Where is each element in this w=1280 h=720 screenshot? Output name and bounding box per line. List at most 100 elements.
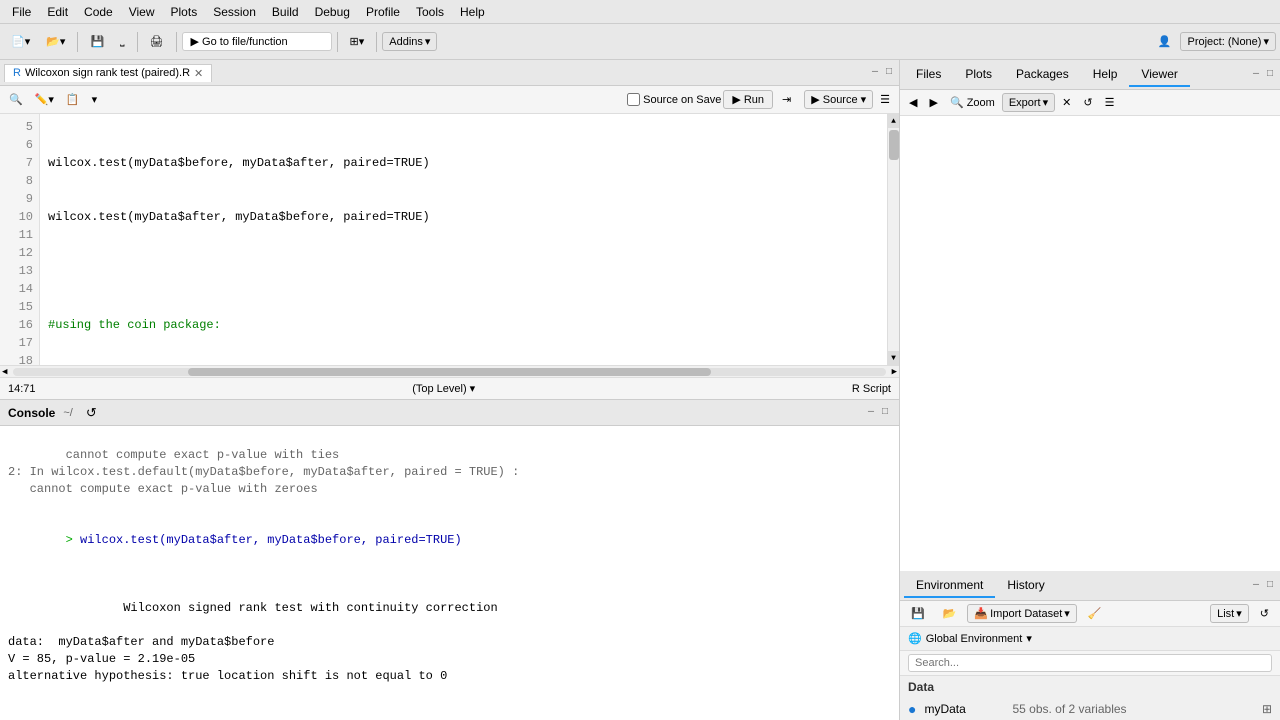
addins-btn[interactable]: Addins ▾ bbox=[382, 32, 437, 51]
viewer-back-btn[interactable]: ◀ bbox=[904, 94, 922, 111]
compile-btn[interactable]: 📋 bbox=[61, 91, 85, 108]
open-file-btn[interactable]: 📂▾ bbox=[39, 32, 72, 51]
env-save-btn[interactable]: 💾 bbox=[904, 604, 932, 623]
save-btn[interactable]: 💾 bbox=[83, 32, 111, 51]
env-tabs: Environment History — □ bbox=[900, 571, 1280, 601]
save-all-icon: ⎵ bbox=[120, 35, 124, 48]
editor-vscrollbar[interactable]: ▲ ▼ bbox=[887, 114, 899, 365]
tab-viewer[interactable]: Viewer bbox=[1129, 63, 1189, 87]
print-btn[interactable]: 🖨 bbox=[143, 32, 171, 51]
code-tools-btn[interactable]: ✏️▾ bbox=[30, 91, 59, 108]
viewer-zoom-btn[interactable]: 🔍 Zoom bbox=[945, 94, 1000, 111]
layout-btn[interactable]: ⊞▾ bbox=[343, 32, 372, 51]
console-output[interactable]: cannot compute exact p-value with ties 2… bbox=[0, 426, 899, 720]
sep5 bbox=[376, 32, 377, 52]
console-refresh-btn[interactable]: ↺ bbox=[81, 403, 102, 423]
scroll-left-btn[interactable]: ◀ bbox=[0, 367, 9, 377]
editor-panel-controls: — □ bbox=[869, 67, 895, 78]
scroll-track[interactable] bbox=[888, 128, 899, 351]
tab-files[interactable]: Files bbox=[904, 63, 953, 87]
viewer-refresh-btn[interactable]: ↺ bbox=[1078, 94, 1097, 111]
arrow-icon: ▶ bbox=[191, 35, 199, 48]
export-btn[interactable]: Export ▾ bbox=[1002, 93, 1055, 112]
editor-hscrollbar[interactable]: ◀ ▶ bbox=[0, 365, 899, 377]
tab-close-btn[interactable]: ✕ bbox=[194, 67, 203, 80]
data-grid-btn[interactable]: ⊞ bbox=[1262, 702, 1272, 716]
tab-packages[interactable]: Packages bbox=[1004, 63, 1081, 87]
env-clear-btn[interactable]: 🧹 bbox=[1081, 604, 1109, 623]
find-btn[interactable]: 🔍 bbox=[4, 91, 28, 108]
source-btn[interactable]: ▶ Source ▾ bbox=[804, 90, 873, 109]
menu-profile[interactable]: Profile bbox=[358, 3, 408, 21]
more-btn[interactable]: ▾ bbox=[87, 91, 103, 108]
run-icon: ▶ bbox=[732, 93, 740, 106]
viewer-forward-btn[interactable]: ▶ bbox=[924, 94, 942, 111]
scroll-down-btn[interactable]: ▼ bbox=[888, 351, 900, 365]
scroll-thumb[interactable] bbox=[889, 130, 899, 160]
scroll-right-btn[interactable]: ▶ bbox=[890, 367, 899, 377]
menu-build[interactable]: Build bbox=[264, 3, 307, 21]
right-maximize-btn[interactable]: □ bbox=[1264, 69, 1276, 80]
menu-file[interactable]: File bbox=[4, 3, 39, 21]
menu-tools[interactable]: Tools bbox=[408, 3, 452, 21]
new-file-btn[interactable]: 📄▾ bbox=[4, 32, 37, 51]
menu-edit[interactable]: Edit bbox=[39, 3, 76, 21]
import-dataset-btn[interactable]: 📥 Import Dataset ▾ bbox=[967, 604, 1076, 623]
run-btn[interactable]: ▶ Run bbox=[723, 90, 773, 109]
h-scroll-thumb[interactable] bbox=[188, 368, 711, 376]
data-item-mydata: ● myData 55 obs. of 2 variables ⊞ bbox=[900, 698, 1280, 720]
project-selector[interactable]: Project: (None) ▾ bbox=[1180, 32, 1276, 51]
console-title: Console bbox=[8, 406, 55, 420]
env-search-input[interactable] bbox=[908, 654, 1272, 672]
env-refresh-btn[interactable]: ↺ bbox=[1253, 604, 1276, 623]
editor-minimize-btn[interactable]: — bbox=[869, 67, 881, 78]
env-minimize-btn[interactable]: — bbox=[1250, 580, 1262, 591]
console-out-1: Wilcoxon signed rank test with continuit… bbox=[8, 601, 498, 683]
menu-view[interactable]: View bbox=[121, 3, 163, 21]
editor-tab-main[interactable]: R Wilcoxon sign rank test (paired).R ✕ bbox=[4, 64, 212, 82]
editor-maximize-btn[interactable]: □ bbox=[883, 67, 895, 78]
tab-plots[interactable]: Plots bbox=[953, 63, 1004, 87]
console-maximize-btn[interactable]: □ bbox=[879, 407, 891, 418]
line-numbers: 5 6 7 8 9 10 11 12 13 14 15 16 17 18 bbox=[0, 114, 40, 365]
go-to-file-label: Go to file/function bbox=[202, 36, 288, 48]
go-to-file-btn[interactable]: ▶ Go to file/function bbox=[182, 32, 332, 51]
project-label: Project: (None) bbox=[1187, 36, 1261, 48]
save-all-btn[interactable]: ⎵ bbox=[113, 32, 131, 51]
console-header: Console ~/ ↺ — □ bbox=[0, 400, 899, 426]
env-toolbar: 💾 📂 📥 Import Dataset ▾ 🧹 List ▾ ↺ bbox=[900, 601, 1280, 627]
global-env-label: Global Environment bbox=[926, 633, 1023, 645]
viewer-more-btn[interactable]: ☰ bbox=[1100, 94, 1120, 111]
line-num-17: 17 bbox=[0, 334, 39, 352]
menu-session[interactable]: Session bbox=[205, 3, 264, 21]
tab-history[interactable]: History bbox=[995, 574, 1056, 598]
run-next-btn[interactable]: ⇥ bbox=[775, 90, 798, 109]
left-panel: R Wilcoxon sign rank test (paired).R ✕ —… bbox=[0, 60, 900, 720]
right-panel-controls: — □ bbox=[1250, 69, 1276, 80]
scroll-up-btn[interactable]: ▲ bbox=[888, 114, 900, 128]
code-editor[interactable]: wilcox.test(myData$before, myData$after,… bbox=[40, 114, 887, 365]
menu-debug[interactable]: Debug bbox=[307, 3, 358, 21]
cursor-position: 14:71 bbox=[8, 383, 36, 395]
viewer-clear-btn[interactable]: ✕ bbox=[1057, 94, 1076, 111]
h-scroll-track[interactable] bbox=[13, 368, 885, 376]
right-minimize-btn[interactable]: — bbox=[1250, 69, 1262, 80]
options-icon: ☰ bbox=[880, 93, 890, 106]
tab-help[interactable]: Help bbox=[1081, 63, 1130, 87]
r-file-icon: R bbox=[13, 67, 21, 79]
list-btn[interactable]: List ▾ bbox=[1210, 604, 1249, 623]
menu-plots[interactable]: Plots bbox=[163, 3, 206, 21]
menu-code[interactable]: Code bbox=[76, 3, 121, 21]
layout-icon: ⊞▾ bbox=[350, 35, 365, 48]
addins-chevron: ▾ bbox=[425, 35, 431, 48]
env-global-selector[interactable]: 🌐 Global Environment ▾ bbox=[900, 627, 1280, 651]
options-btn[interactable]: ☰ bbox=[875, 91, 895, 108]
folder-icon: 📂▾ bbox=[46, 35, 65, 48]
sep1 bbox=[77, 32, 78, 52]
console-minimize-btn[interactable]: — bbox=[865, 407, 877, 418]
source-on-save-checkbox[interactable] bbox=[627, 93, 640, 106]
env-open-btn[interactable]: 📂 bbox=[936, 604, 964, 623]
menu-help[interactable]: Help bbox=[452, 3, 493, 21]
tab-environment[interactable]: Environment bbox=[904, 574, 995, 598]
env-maximize-btn[interactable]: □ bbox=[1264, 580, 1276, 591]
